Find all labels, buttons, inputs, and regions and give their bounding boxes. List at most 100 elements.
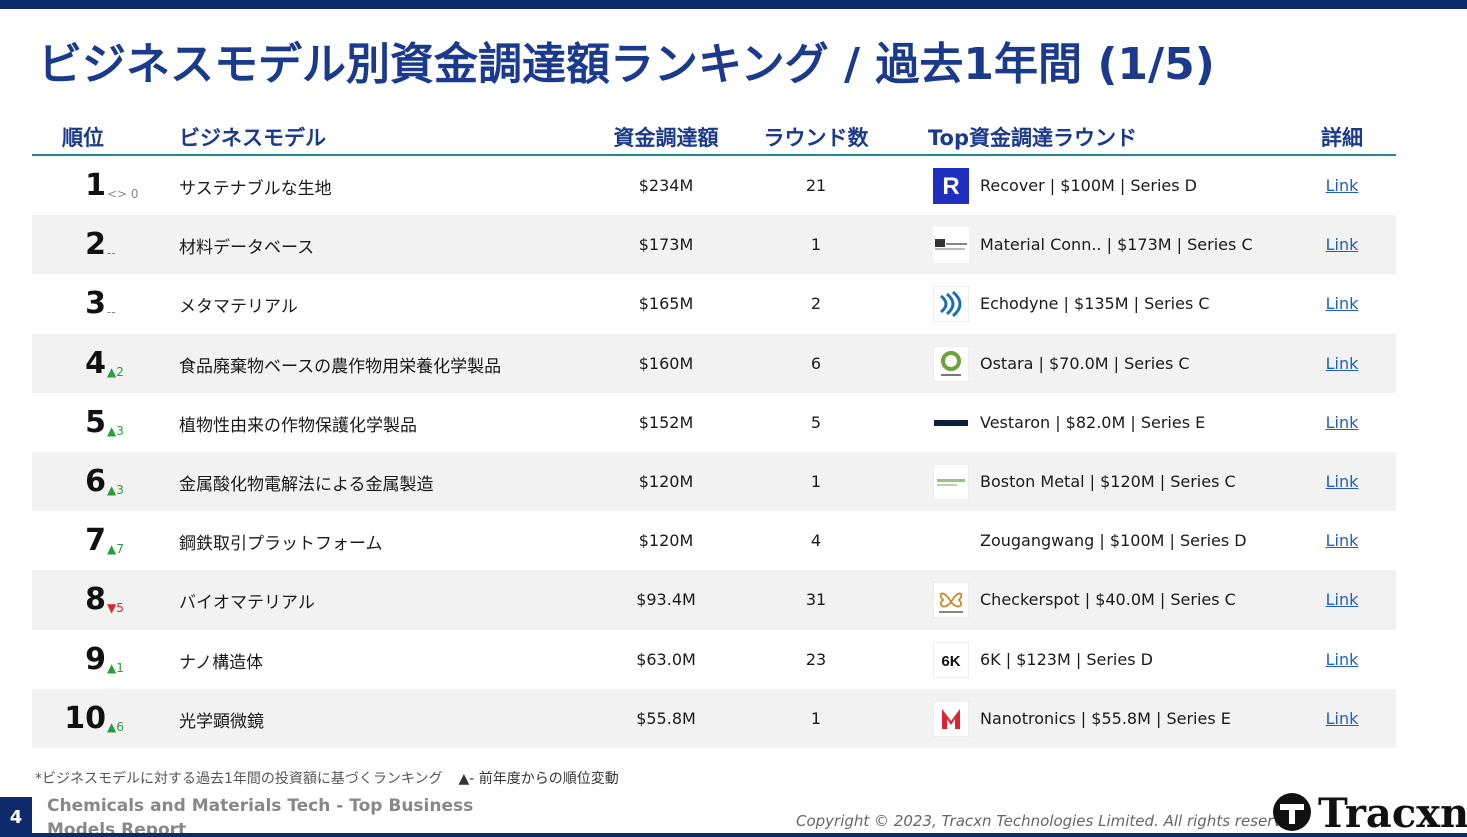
rank-number: 6: [85, 463, 106, 499]
column-header-rank: 順位: [62, 126, 104, 150]
round-count: 31: [805, 590, 827, 610]
rank-change: --: [107, 246, 116, 261]
funding-amount: $63.0M: [636, 649, 696, 669]
copyright-notice: Copyright © 2023, Tracxn Technologies Li…: [796, 812, 1306, 830]
round-count: 1: [810, 708, 822, 728]
ranking-basis-note: *ビジネスモデルに対する過去1年間の投資額に基づくランキング: [35, 771, 443, 787]
top-funding-round: Ostara | $70.0M | Series C: [980, 353, 1190, 373]
business-model-name: バイオマテリアル: [179, 593, 315, 614]
footnote: *ビジネスモデルに対する過去1年間の投資額に基づくランキング ▲- 前年度からの順…: [35, 768, 619, 788]
rank-change: ▲6: [107, 719, 124, 734]
rank-change: ▲7: [107, 542, 124, 557]
funding-amount: $93.4M: [636, 590, 696, 610]
rank-change: ▲2: [107, 364, 124, 379]
funding-amount: $165M: [638, 294, 694, 314]
bottom-accent-bar: [0, 833, 1467, 837]
table-row: 4 ▲2 食品廃棄物ベースの農作物用栄養化学製品 $160M 6 Ostara …: [32, 333, 1396, 393]
column-header-top-round: Top資金調達ラウンド: [928, 126, 1137, 150]
top-funding-round: Boston Metal | $120M | Series C: [980, 471, 1236, 491]
brand-name: Tracxn: [1318, 790, 1467, 837]
nanotronics-logo-icon: [933, 700, 969, 737]
business-model-name: 鋼鉄取引プラットフォーム: [179, 534, 383, 555]
table-row: 2 -- 材料データベース $173M 1 Material Conn.. | …: [32, 215, 1396, 275]
rank-change: <> 0: [107, 187, 139, 201]
business-model-name: 材料データベース: [179, 238, 315, 259]
detail-link[interactable]: Link: [1318, 709, 1366, 728]
business-model-name: 光学顕微鏡: [179, 711, 264, 732]
table-header: 順位 ビジネスモデル 資金調達額 ラウンド数 Top資金調達ラウンド 詳細: [32, 120, 1396, 156]
round-count: 6: [810, 353, 822, 373]
funding-amount: $152M: [638, 412, 694, 432]
round-count: 23: [805, 649, 827, 669]
table-row: 6 ▲3 金属酸化物電解法による金属製造 $120M 1 Boston Meta…: [32, 451, 1396, 512]
table-row: 8 ▼5 バイオマテリアル $93.4M 31 Checkerspot | $4…: [32, 570, 1396, 630]
funding-amount: $120M: [638, 471, 694, 491]
top-funding-round: Material Conn.. | $173M | Series C: [980, 235, 1253, 255]
table-row: 9 ▲1 ナノ構造体 $63.0M 23 6K 6K | $123M | Ser…: [32, 630, 1396, 689]
detail-link[interactable]: Link: [1318, 650, 1366, 669]
rank-change-legend: ▲- 前年度からの順位変動: [458, 771, 619, 787]
rank-number: 5: [85, 404, 106, 440]
rank-change: ▲3: [107, 482, 124, 497]
detail-link[interactable]: Link: [1318, 354, 1366, 373]
rank-number: 3: [85, 286, 106, 322]
top-funding-round: Zougangwang | $100M | Series D: [980, 531, 1247, 551]
rank-change: ▲1: [107, 660, 124, 675]
rank-number: 2: [85, 227, 106, 263]
rank-number: 1: [85, 168, 106, 203]
top-funding-round: 6K | $123M | Series D: [980, 649, 1153, 669]
top-funding-round: Recover | $100M | Series D: [980, 176, 1197, 195]
ostara-logo-icon: [933, 345, 969, 382]
rank-number: 8: [85, 582, 106, 618]
column-header-amount: 資金調達額: [613, 126, 719, 150]
detail-link[interactable]: Link: [1318, 294, 1366, 313]
table-row: 3 -- メタマテリアル $165M 2 Echodyne | $135M | …: [32, 274, 1396, 333]
round-count: 1: [810, 235, 822, 255]
table-row: 1 <> 0 サステナブルな生地 $234M 21 R Recover | $1…: [32, 156, 1396, 215]
detail-link[interactable]: Link: [1318, 413, 1366, 432]
material-connexion-logo-icon: [933, 227, 969, 264]
round-count: 4: [810, 531, 822, 551]
rank-change: --: [107, 305, 116, 320]
rank-change: ▲3: [107, 423, 124, 438]
table-row: 10 ▲6 光学顕微鏡 $55.8M 1 Nanotronics | $55.8…: [32, 688, 1396, 748]
checkerspot-logo-icon: [933, 582, 969, 619]
report-title: Chemicals and Materials Tech - Top Busin…: [47, 796, 474, 837]
table-row: 7 ▲7 鋼鉄取引プラットフォーム $120M 4 Zougangwang | …: [32, 511, 1396, 570]
top-funding-round: Vestaron | $82.0M | Series E: [980, 412, 1206, 432]
detail-link[interactable]: Link: [1318, 472, 1366, 491]
funding-amount: $173M: [638, 235, 694, 255]
rank-change: ▼5: [107, 601, 124, 616]
detail-link[interactable]: Link: [1318, 176, 1366, 195]
tracxn-logo-icon: [1270, 790, 1314, 837]
rank-number: 7: [85, 523, 106, 559]
svg-text:R: R: [942, 173, 959, 200]
business-model-name: 食品廃棄物ベースの農作物用栄養化学製品: [179, 356, 502, 377]
rank-number: 10: [64, 700, 106, 736]
round-count: 21: [805, 176, 827, 195]
funding-amount: $55.8M: [636, 708, 696, 728]
column-header-rounds: ラウンド数: [763, 126, 869, 150]
round-count: 5: [810, 412, 822, 432]
rank-number: 4: [85, 345, 106, 381]
detail-link[interactable]: Link: [1318, 235, 1366, 254]
detail-link[interactable]: Link: [1318, 590, 1366, 609]
column-header-model: ビジネスモデル: [179, 126, 326, 150]
svg-text:6K: 6K: [941, 653, 960, 670]
tracxn-brand: Tracxn: [1270, 790, 1467, 837]
top-funding-round: Nanotronics | $55.8M | Series E: [980, 708, 1231, 728]
business-model-name: サステナブルな生地: [179, 179, 332, 199]
funding-amount: $234M: [638, 176, 694, 195]
vestaron-logo-icon: [933, 405, 969, 441]
table-row: 5 ▲3 植物性由来の作物保護化学製品 $152M 5 Vestaron | $…: [32, 393, 1396, 452]
funding-amount: $160M: [638, 353, 694, 373]
recover-logo-icon: R: [933, 168, 969, 204]
round-count: 1: [810, 471, 822, 491]
top-accent-bar: [0, 0, 1467, 9]
round-count: 2: [810, 294, 822, 314]
business-model-name: メタマテリアル: [179, 297, 298, 318]
column-header-detail: 詳細: [1321, 126, 1363, 150]
detail-link[interactable]: Link: [1318, 531, 1366, 550]
ranking-table: 順位 ビジネスモデル 資金調達額 ラウンド数 Top資金調達ラウンド 詳細 1 …: [32, 120, 1396, 748]
boston-metal-logo-icon: [933, 463, 969, 500]
